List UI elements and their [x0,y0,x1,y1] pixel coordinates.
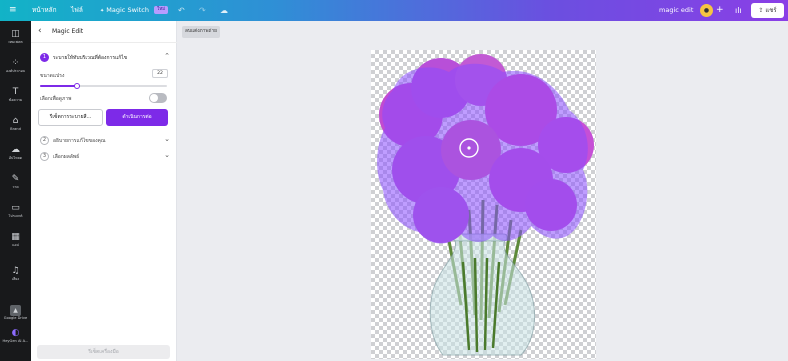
apps-icon: ▦ [11,232,20,242]
panel-header: ‹ Magic Edit [31,21,177,43]
brush-size-value[interactable]: 22 [152,69,168,78]
text-icon: T [12,87,19,97]
cloud-save-icon[interactable]: ☁ [220,0,228,21]
top-bar: ≡ หน้าหลัก ไฟล์ ✦ Magic Switch ใหม่ ↶ ↷ … [0,0,788,21]
nav-item-text[interactable]: T ข้อความ [0,87,31,103]
step-3-header[interactable]: 3 เลือกผลลัพธ์ ⌄ [40,151,170,163]
toggle-knob [150,94,158,102]
magic-edit-panel: ‹ Magic Edit 1 ระบายให้ทับบริเวณที่ต้องก… [31,21,177,361]
brush-size-slider[interactable] [40,83,167,89]
nav-item-heygen[interactable]: ◐ HeyGen AI A... [0,328,31,344]
analytics-icon[interactable]: ılı [735,0,742,21]
upload-icon: ☁ [11,145,20,155]
canvas-area: ลบแต่งภาพถ่าย [177,21,788,361]
elements-icon: ⁘ [11,58,20,68]
share-label: แชร์ [765,7,777,14]
audio-icon: ♫ [11,266,20,276]
sparkle-icon: ✦ [100,8,105,14]
nav-item-draw[interactable]: ✎ วาด [0,174,31,190]
brush-size-label: ขนาดแปรง [40,73,65,79]
share-icon: ⇪ [758,7,764,14]
panel-title: Magic Edit [52,28,84,35]
draw-icon: ✎ [11,174,20,184]
slider-handle[interactable] [74,83,81,89]
nav-item-apps[interactable]: ▦ แอป [0,232,31,248]
hamburger-icon[interactable]: ≡ [9,0,17,21]
left-nav: ◫ เทมเพลต ⁘ องค์ประกอบ T ข้อความ ⌂ Brand ☁ อั… [0,21,31,361]
step-1-number: 1 [40,53,49,62]
document-title[interactable]: magic edit [659,0,693,21]
magic-switch-menu[interactable]: ✦ Magic Switch ใหม่ [100,0,169,21]
reset-brush-button[interactable]: รีเซ็ตการระบายสี... [38,109,103,126]
step-2-number: 2 [40,136,49,145]
home-menu[interactable]: หน้าหลัก [32,0,57,21]
continue-button[interactable]: ดำเนินการต่อ [106,109,168,126]
nav-item-brand[interactable]: ⌂ Brand [0,116,31,132]
file-menu[interactable]: ไฟล์ [71,0,83,21]
edit-photo-chip[interactable]: ลบแต่งภาพถ่าย [182,26,220,38]
step-2-header[interactable]: 2 อธิบายการแก้ไขของคุณ ⌄ [40,135,170,147]
chevron-down-icon: ⌄ [164,135,170,143]
nav-item-template[interactable]: ◫ เทมเพลต [0,29,31,45]
template-icon: ◫ [11,29,20,39]
chevron-down-icon: ⌄ [164,151,170,159]
add-collaborator-icon[interactable]: + [716,0,724,21]
preview-toggle[interactable] [149,93,167,103]
google-drive-icon: ▲ [10,305,21,316]
redo-icon[interactable]: ↷ [199,0,206,21]
step-1-label: ระบายให้ทับบริเวณที่ต้องการแก้ไข [53,55,128,61]
heygen-icon: ◐ [11,328,20,338]
preview-toggle-label: เลือกเพื่อดูภาพ [40,96,72,102]
projects-icon: ▭ [11,203,20,213]
nav-item-audio[interactable]: ♫ เสียง [0,266,31,282]
nav-item-google-drive[interactable]: ▲ Google Drive [0,297,31,321]
step-3-number: 3 [40,152,49,161]
reset-tool-button[interactable]: รีเซ็ตเครื่องมือ [37,345,170,359]
new-badge: ใหม่ [154,6,169,14]
chevron-up-icon: ⌃ [164,52,170,60]
step-2-label: อธิบายการแก้ไขของคุณ [53,138,106,144]
flower-image[interactable] [371,50,596,359]
step-1-header[interactable]: 1 ระบายให้ทับบริเวณที่ต้องการแก้ไข ⌃ [40,52,170,64]
share-button[interactable]: ⇪ แชร์ [751,3,784,18]
nav-item-projects[interactable]: ▭ โปรเจกต์ [0,203,31,219]
brand-icon: ⌂ [12,116,19,126]
avatar[interactable]: ● [700,4,713,17]
flower-vase-illustration [377,54,594,356]
nav-item-elements[interactable]: ⁘ องค์ประกอบ [0,58,31,74]
nav-item-upload[interactable]: ☁ อัปโหลด [0,145,31,161]
step-3-label: เลือกผลลัพธ์ [53,154,80,160]
slider-fill [40,85,76,87]
undo-icon[interactable]: ↶ [178,0,185,21]
magic-switch-label: Magic Switch [106,6,149,14]
back-arrow-icon[interactable]: ‹ [38,26,42,36]
